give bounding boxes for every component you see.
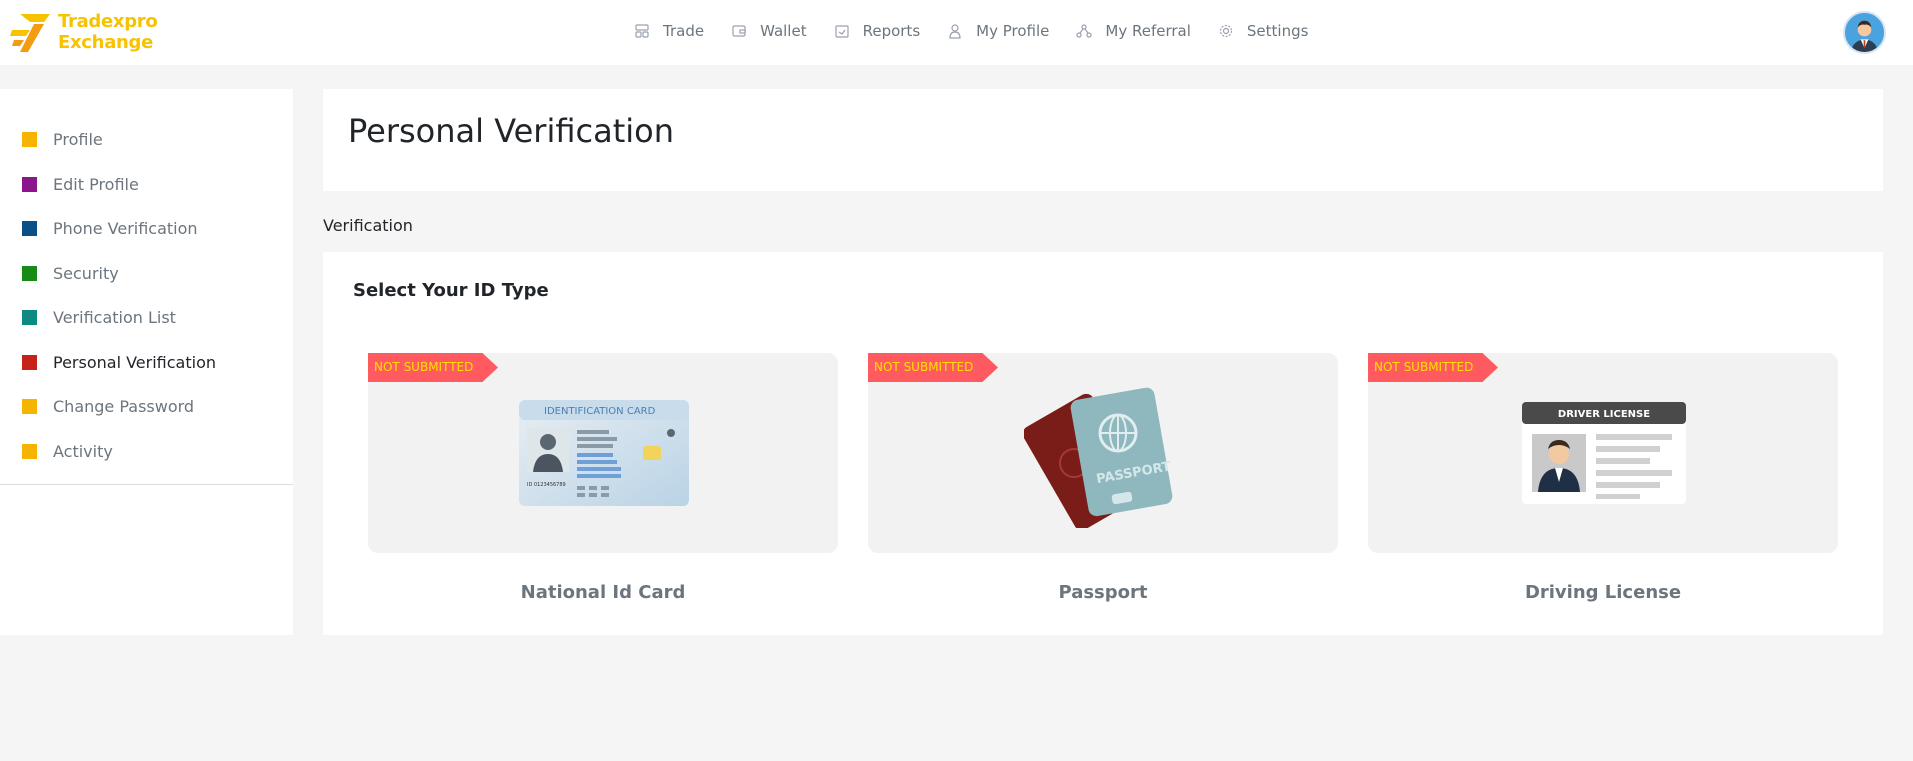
nav-my-referral[interactable]: My Referral [1076, 22, 1191, 40]
status-badge: NOT SUBMITTED [368, 353, 498, 382]
nav-reports[interactable]: Reports [834, 22, 921, 40]
title-card: Personal Verification [323, 89, 1883, 191]
wallet-icon [732, 25, 746, 37]
nav-my-profile[interactable]: My Profile [947, 22, 1049, 40]
nav-my-profile-label: My Profile [976, 22, 1050, 40]
driver-license-text: DRIVER LICENSE [1558, 409, 1650, 420]
status-badge: NOT SUBMITTED [868, 353, 998, 382]
trade-icon [635, 24, 649, 38]
breadcrumb: Verification [323, 216, 413, 235]
sidebar-item-phone-verification[interactable]: Phone Verification [22, 219, 198, 238]
nav-settings-label: Settings [1246, 22, 1309, 40]
referral-icon [1076, 24, 1092, 38]
sidebar-item-edit-profile[interactable]: Edit Profile [22, 175, 139, 194]
sidebar-marker [22, 177, 37, 192]
section-title: Select Your ID Type [353, 280, 549, 301]
logo-icon [10, 14, 50, 52]
reports-icon [834, 25, 849, 38]
sidebar-item-verification-list[interactable]: Verification List [22, 308, 176, 327]
id-card-number: ID 0123456789 [527, 482, 566, 488]
sidebar-item-label: Change Password [53, 397, 195, 416]
passport-label[interactable]: Passport [868, 582, 1338, 603]
sidebar-item-label: Profile [53, 130, 103, 149]
driver-license-icon: DRIVER LICENSE [1522, 402, 1686, 504]
sidebar-item-profile[interactable]: Profile [22, 130, 103, 149]
sidebar-item-label: Verification List [53, 308, 176, 327]
sidebar-marker [22, 310, 37, 325]
sidebar-item-label: Security [53, 264, 119, 283]
logo-line-2: Exchange [58, 32, 154, 53]
user-icon [949, 24, 961, 39]
id-type-card: Select Your ID Type NOT SUBMITTED IDENTI… [323, 252, 1883, 635]
sidebar-item-label: Activity [53, 442, 113, 461]
sidebar-marker [22, 266, 37, 281]
gear-icon [1219, 24, 1232, 38]
sidebar-divider [0, 484, 293, 485]
page-title: Personal Verification [348, 112, 674, 150]
national-id-label[interactable]: National Id Card [368, 582, 838, 603]
sidebar-marker [22, 132, 37, 147]
sidebar-marker [22, 399, 37, 414]
sidebar-item-personal-verification[interactable]: Personal Verification [22, 353, 216, 372]
main-nav: Trade Wallet Reports My Profile My Refer… [634, 22, 1335, 40]
sidebar-item-activity[interactable]: Activity [22, 442, 113, 461]
nav-wallet[interactable]: Wallet [731, 22, 807, 40]
logo-line-1: Tradexpro [58, 11, 158, 32]
driving-license-label[interactable]: Driving License [1368, 582, 1838, 603]
sidebar-item-change-password[interactable]: Change Password [22, 397, 194, 416]
sidebar: Profile Edit Profile Phone Verification … [0, 89, 293, 635]
driving-license-option[interactable]: NOT SUBMITTED DRIVER LICENSE [1368, 353, 1838, 553]
sidebar-item-label: Edit Profile [53, 175, 139, 194]
sidebar-item-security[interactable]: Security [22, 264, 119, 283]
nav-wallet-label: Wallet [760, 22, 807, 40]
passport-option[interactable]: NOT SUBMITTED PASSPORT [868, 353, 1338, 553]
user-avatar-icon [1845, 13, 1884, 52]
nav-settings[interactable]: Settings [1218, 22, 1309, 40]
id-card-text: IDENTIFICATION CARD [544, 406, 656, 417]
logo[interactable]: Tradexpro Exchange [10, 8, 158, 56]
passport-icon: PASSPORT [1024, 387, 1173, 528]
sidebar-item-label: Phone Verification [53, 219, 198, 238]
nav-my-referral-label: My Referral [1105, 22, 1191, 40]
top-header: Tradexpro Exchange Trade Wallet Reports … [0, 0, 1913, 65]
sidebar-item-label: Personal Verification [53, 353, 216, 372]
id-card-icon: IDENTIFICATION CARD ID 0123456789 [519, 400, 689, 506]
sidebar-marker [22, 444, 37, 459]
avatar[interactable] [1843, 11, 1886, 54]
nav-reports-label: Reports [862, 22, 921, 40]
sidebar-marker [22, 221, 37, 236]
nav-trade[interactable]: Trade [634, 22, 704, 40]
status-badge: NOT SUBMITTED [1368, 353, 1498, 382]
sidebar-marker [22, 355, 37, 370]
nav-trade-label: Trade [663, 22, 705, 40]
national-id-option[interactable]: NOT SUBMITTED IDENTIFICATION CARD ID 012… [368, 353, 838, 553]
